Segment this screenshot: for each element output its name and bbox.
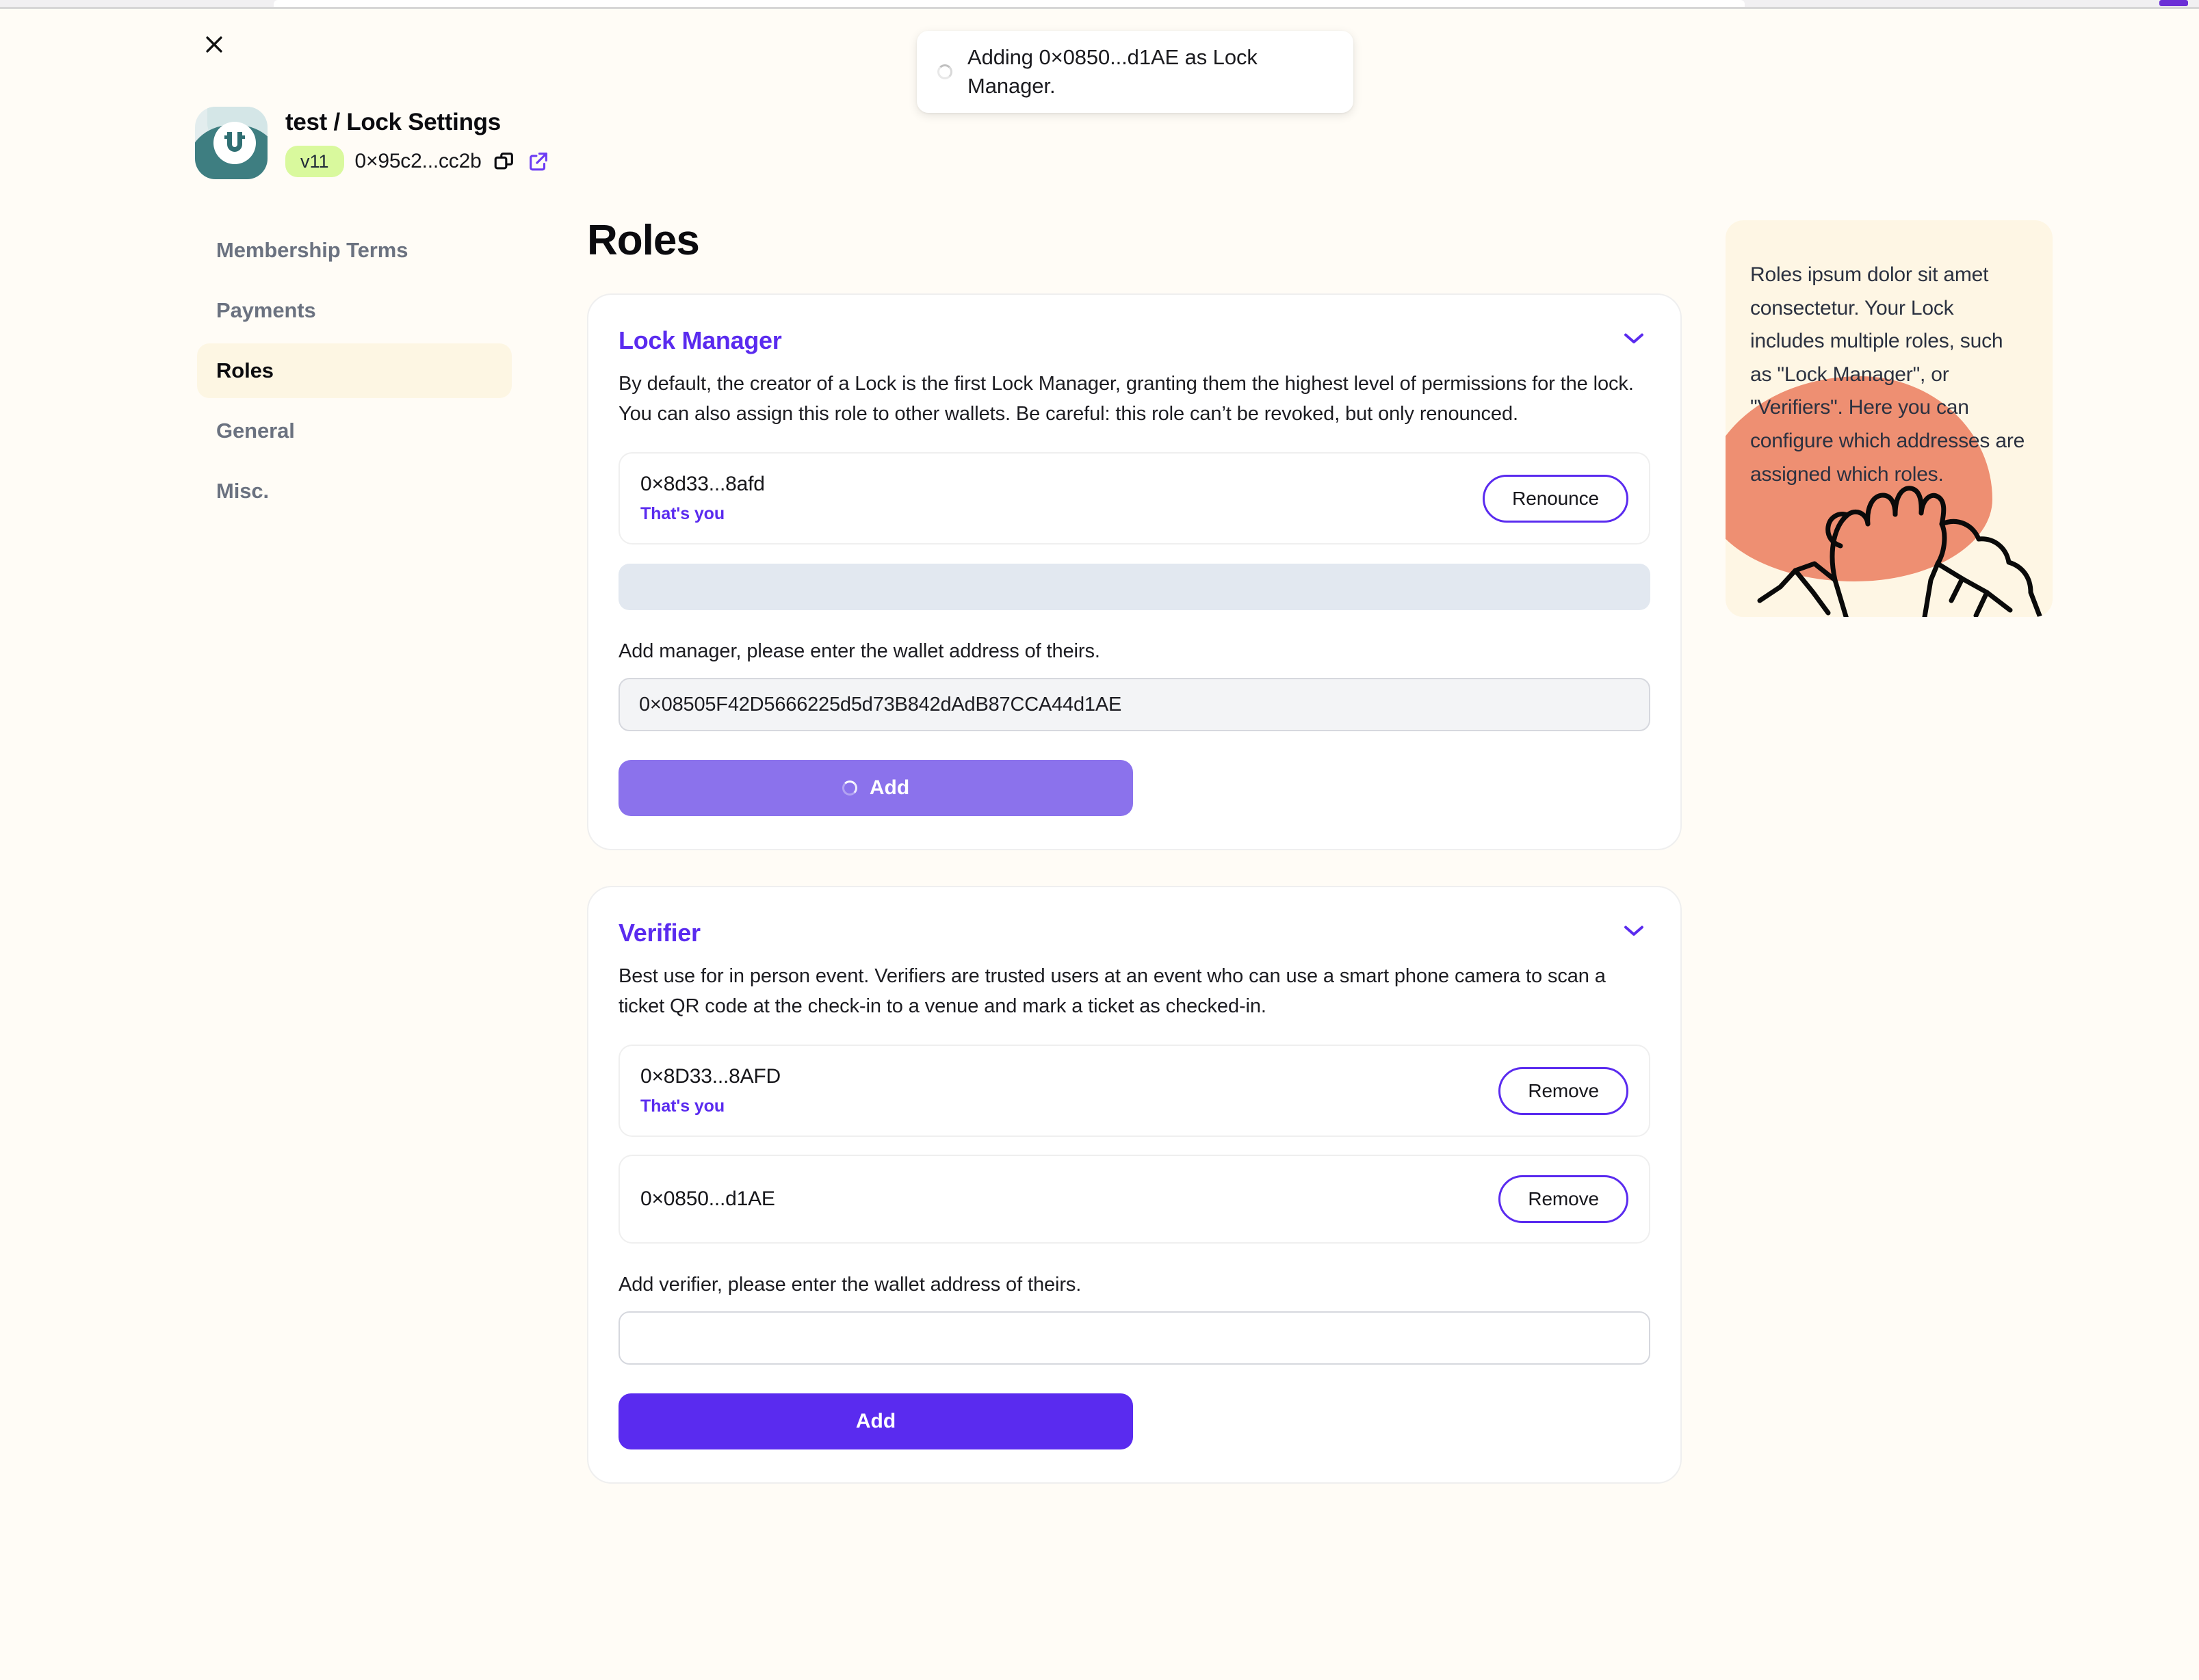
chevron-down-icon bbox=[1622, 926, 1646, 940]
lock-manager-card-header: Lock Manager bbox=[619, 326, 1650, 355]
sidebar-item-payments[interactable]: Payments bbox=[197, 283, 512, 338]
loading-spinner-icon bbox=[937, 64, 952, 79]
verifier-card-header: Verifier bbox=[619, 919, 1650, 947]
verifier-card: Verifier Best use for in person event. V… bbox=[587, 886, 1682, 1484]
remove-verifier-button[interactable]: Remove bbox=[1498, 1066, 1628, 1115]
page-breadcrumb-title: test / Lock Settings bbox=[285, 109, 501, 135]
lock-manager-title: Lock Manager bbox=[619, 326, 782, 354]
add-manager-button-label: Add bbox=[869, 776, 910, 800]
verifier-row-info: 0×0850...d1AE bbox=[640, 1187, 775, 1211]
roles-info-panel: Roles ipsum dolor sit amet consectetur. … bbox=[1726, 220, 2053, 617]
external-link-icon[interactable] bbox=[527, 150, 550, 173]
verifier-description: Best use for in person event. Verifiers … bbox=[619, 965, 1606, 1018]
lock-title-block: test / Lock Settings v11 0×95c2...cc2b bbox=[285, 107, 550, 177]
toast-message: Adding 0×0850...d1AE as Lock Manager. bbox=[967, 45, 1258, 98]
add-verifier-address-input[interactable] bbox=[619, 1311, 1650, 1365]
lock-manager-row-info: 0×8d33...8afd That's you bbox=[640, 473, 765, 524]
add-manager-field-label: Add manager, please enter the wallet add… bbox=[619, 640, 1100, 663]
sidebar-item-roles[interactable]: Roles bbox=[197, 343, 512, 398]
verifier-row: 0×0850...d1AE Remove bbox=[619, 1155, 1650, 1244]
page-title: Roles bbox=[587, 217, 700, 264]
manager-thats-you-label: That's you bbox=[640, 504, 725, 524]
add-verifier-button[interactable]: Add bbox=[619, 1393, 1133, 1450]
loading-spinner-icon bbox=[842, 780, 857, 796]
main-content: Roles Lock Manager By default, the creat… bbox=[587, 216, 1682, 1519]
lock-settings-app: Adding 0×0850...d1AE as Lock Manager. te… bbox=[0, 11, 2199, 1680]
remove-verifier-button[interactable]: Remove bbox=[1498, 1175, 1628, 1224]
verifier-address: 0×8D33...8AFD bbox=[640, 1065, 781, 1088]
lock-meta-row: v11 0×95c2...cc2b bbox=[285, 145, 550, 177]
close-icon bbox=[203, 33, 226, 58]
verifier-row-info: 0×8D33...8AFD That's you bbox=[640, 1065, 781, 1116]
manager-loading-skeleton bbox=[619, 564, 1650, 611]
add-verifier-field-label: Add verifier, please enter the wallet ad… bbox=[619, 1274, 1082, 1296]
browser-chrome-strip bbox=[0, 0, 2199, 9]
sidebar-item-misc[interactable]: Misc. bbox=[197, 464, 512, 519]
close-button[interactable] bbox=[198, 29, 230, 61]
lock-manager-card: Lock Manager By default, the creator of … bbox=[587, 293, 1682, 851]
chevron-down-icon bbox=[1622, 333, 1646, 347]
version-badge: v11 bbox=[285, 145, 344, 177]
verifier-title: Verifier bbox=[619, 919, 701, 947]
add-manager-button[interactable]: Add bbox=[619, 760, 1133, 817]
add-manager-address-input[interactable] bbox=[619, 678, 1650, 732]
lock-avatar bbox=[195, 107, 268, 179]
toast-notification[interactable]: Adding 0×0850...d1AE as Lock Manager. bbox=[917, 31, 1353, 113]
lock-manager-row: 0×8d33...8afd That's you Renounce bbox=[619, 452, 1650, 545]
lock-header: test / Lock Settings v11 0×95c2...cc2b bbox=[195, 107, 550, 179]
browser-tab-strip[interactable] bbox=[274, 0, 1745, 7]
browser-extension-indicator[interactable] bbox=[2159, 0, 2188, 6]
verifier-collapse-toggle[interactable] bbox=[1617, 919, 1650, 942]
info-panel-text: Roles ipsum dolor sit amet consectetur. … bbox=[1750, 263, 2025, 486]
verifier-row: 0×8D33...8AFD That's you Remove bbox=[619, 1045, 1650, 1138]
sidebar-item-general[interactable]: General bbox=[197, 404, 512, 458]
renounce-button[interactable]: Renounce bbox=[1483, 474, 1628, 523]
lock-manager-collapse-toggle[interactable] bbox=[1617, 326, 1650, 350]
verifier-thats-you-label: That's you bbox=[640, 1097, 725, 1116]
verifier-address: 0×0850...d1AE bbox=[640, 1187, 775, 1211]
lock-contract-address: 0×95c2...cc2b bbox=[354, 149, 482, 172]
copy-icon[interactable] bbox=[493, 150, 516, 173]
sidebar-item-membership-terms[interactable]: Membership Terms bbox=[197, 223, 512, 278]
manager-address: 0×8d33...8afd bbox=[640, 473, 765, 496]
lock-manager-description: By default, the creator of a Lock is the… bbox=[619, 373, 1634, 425]
avatar-horseshoe-glyph bbox=[224, 132, 245, 152]
add-verifier-button-label: Add bbox=[855, 1410, 896, 1433]
settings-sidebar-nav: Membership Terms Payments Roles General … bbox=[197, 223, 512, 524]
